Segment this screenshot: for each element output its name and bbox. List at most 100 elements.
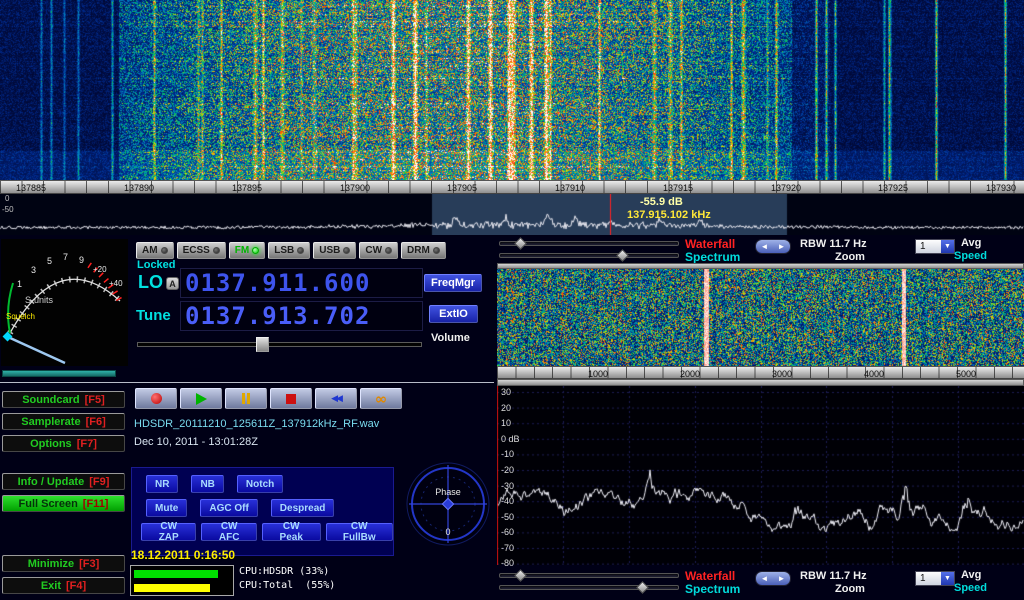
lo-a-badge[interactable]: A (166, 277, 179, 290)
cursor-frequency-readout: 137.915.102 kHz (627, 209, 711, 221)
rbw-spinner[interactable]: ◄► (755, 571, 791, 586)
waterfall-contrast-slider[interactable] (499, 253, 679, 258)
minimize-button[interactable]: Minimize[F3] (2, 555, 125, 572)
loop-button[interactable]: ∞ (360, 388, 402, 409)
tune-frequency-display[interactable]: 0137.913.702 (180, 301, 423, 331)
volume-slider-handle[interactable] (256, 337, 269, 352)
mode-led-icon (213, 247, 220, 254)
phase-value: 0 (445, 527, 450, 537)
exit-button[interactable]: Exit[F4] (2, 577, 125, 594)
extio-button[interactable]: ExtIO (429, 305, 478, 323)
mute-button[interactable]: Mute (146, 499, 187, 517)
spin-left-icon[interactable]: ◄ (756, 572, 773, 585)
slider-handle[interactable] (616, 249, 629, 262)
speed-label: Speed (954, 250, 987, 262)
dsp-panel: NR NB Notch Mute AGC Off Despread CW ZAP… (131, 467, 394, 556)
mode-drm-button[interactable]: DRM (401, 242, 446, 259)
stop-icon (286, 394, 296, 404)
mode-am-button[interactable]: AM (136, 242, 174, 259)
waterfall-label: Waterfall (685, 569, 735, 583)
info-update-button[interactable]: Info / Update[F9] (2, 473, 125, 490)
agc-button[interactable]: AGC Off (200, 499, 257, 517)
mode-fm-button[interactable]: FM (229, 242, 265, 259)
waterfall-brightness-slider[interactable] (499, 241, 679, 246)
waterfall-brightness-slider[interactable] (499, 573, 679, 578)
slider-handle[interactable] (636, 581, 649, 594)
nr-button[interactable]: NR (146, 475, 178, 493)
freq-tick: 137885 (16, 183, 46, 193)
s-meter[interactable]: 1 3 5 7 9 +20 +40 S-units Squelch (1, 239, 128, 366)
cpu-total-text: CPU:Total (55%) (239, 580, 335, 591)
recording-timestamp: Dec 10, 2011 - 13:01:28Z (134, 436, 258, 448)
audio-freq-tick: 3000 (772, 369, 792, 379)
mode-selector: AM ECSS FM LSB USB CW DRM (136, 242, 446, 259)
lo-frequency-display[interactable]: 0137.911.600 (180, 268, 423, 298)
speed-label: Speed (954, 582, 987, 594)
play-button[interactable] (180, 388, 222, 409)
options-button[interactable]: Options[F7] (2, 435, 125, 452)
squelch-level-bar[interactable] (2, 370, 116, 377)
cpu-total-bar (134, 584, 210, 592)
slider-handle[interactable] (514, 237, 527, 250)
audio-spectrum[interactable] (497, 386, 1024, 565)
spin-right-icon[interactable]: ► (773, 240, 790, 253)
phase-dial[interactable]: Phase 0 (406, 462, 490, 546)
rbw-spinner[interactable]: ◄► (755, 239, 791, 254)
notch-button[interactable]: Notch (237, 475, 283, 493)
freq-tick: 137905 (447, 183, 477, 193)
pause-button[interactable] (225, 388, 267, 409)
mode-usb-button[interactable]: USB (313, 242, 356, 259)
rewind-button[interactable]: ◀◀ (315, 388, 357, 409)
avg-label: Avg (961, 569, 981, 581)
rf-waterfall[interactable] (0, 0, 1024, 180)
wav-filename: HDSDR_20111210_125611Z_137912kHz_RF.wav (134, 418, 379, 430)
mode-lsb-button[interactable]: LSB (268, 242, 310, 259)
freqmgr-button[interactable]: FreqMgr (424, 274, 482, 292)
dropdown-arrow-icon[interactable]: ▼ (941, 240, 954, 253)
db-tick: -40 (501, 496, 514, 506)
db-tick: -70 (501, 543, 514, 553)
cw-peak-button[interactable]: CW Peak (262, 523, 321, 541)
stop-button[interactable] (270, 388, 312, 409)
audio-frequency-scale[interactable]: 1000 2000 3000 4000 5000 (497, 366, 1024, 379)
cw-zap-button[interactable]: CW ZAP (141, 523, 196, 541)
overview-spectrum[interactable] (0, 194, 1024, 235)
samplerate-button[interactable]: Samplerate[F6] (2, 413, 125, 430)
play-icon (196, 393, 207, 405)
cw-fullbw-button[interactable]: CW FullBw (326, 523, 393, 541)
db-tick: 0 dB (501, 434, 520, 444)
record-button[interactable] (135, 388, 177, 409)
volume-slider[interactable] (137, 342, 422, 347)
audio-waterfall[interactable] (497, 269, 1024, 366)
frequency-scale[interactable]: 137885 137890 137895 137900 137905 13791… (0, 180, 1024, 194)
soundcard-button[interactable]: Soundcard[F5] (2, 391, 125, 408)
overview-db-50: -50 (2, 205, 14, 214)
db-tick: -10 (501, 449, 514, 459)
despread-button[interactable]: Despread (271, 499, 335, 517)
cw-afc-button[interactable]: CW AFC (201, 523, 257, 541)
spin-left-icon[interactable]: ◄ (756, 240, 773, 253)
rbw-value: RBW 11.7 Hz (800, 570, 867, 582)
freq-tick: 137915 (663, 183, 693, 193)
audio-freq-tick: 4000 (864, 369, 884, 379)
freq-tick: 137910 (555, 183, 585, 193)
spectrum-label: Spectrum (685, 582, 740, 596)
audio-freq-tick: 2000 (680, 369, 700, 379)
phase-label: Phase (435, 487, 461, 497)
slider-handle[interactable] (514, 569, 527, 582)
cpu-hdsdr-bar (134, 570, 218, 578)
avg-select[interactable]: 1▼ (915, 571, 955, 586)
spin-right-icon[interactable]: ► (773, 572, 790, 585)
db-tick: -20 (501, 465, 514, 475)
avg-select[interactable]: 1▼ (915, 239, 955, 254)
dropdown-arrow-icon[interactable]: ▼ (941, 572, 954, 585)
nb-button[interactable]: NB (191, 475, 223, 493)
squelch-label: Squelch (6, 312, 35, 321)
waterfall-contrast-slider[interactable] (499, 585, 679, 590)
mode-ecss-button[interactable]: ECSS (177, 242, 226, 259)
spectrum-scrollbar[interactable] (497, 379, 1024, 386)
mode-cw-button[interactable]: CW (359, 242, 398, 259)
fullscreen-button[interactable]: Full Screen[F11] (2, 495, 125, 512)
rbw-value: RBW 11.7 Hz (800, 238, 867, 250)
freq-tick: 137900 (340, 183, 370, 193)
